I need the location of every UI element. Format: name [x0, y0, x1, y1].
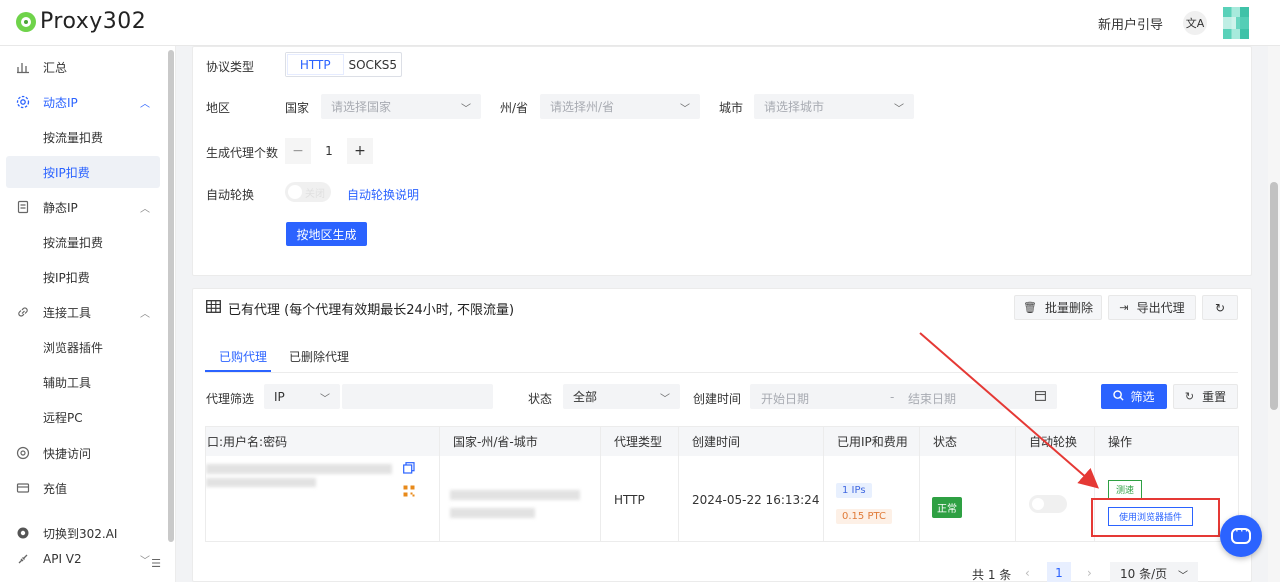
support-chat-button[interactable]	[1220, 515, 1262, 557]
chat-icon	[1231, 524, 1251, 544]
next-page-icon[interactable]: ›	[1087, 566, 1092, 580]
pagination-total: 共 1 条	[972, 568, 1012, 582]
chevron-down-icon: ﹀	[1178, 571, 1188, 582]
prev-page-icon[interactable]: ‹	[1025, 566, 1030, 580]
pagination-page-1[interactable]: 1	[1047, 562, 1071, 582]
annotation-arrow	[919, 332, 1100, 489]
page-size-value: 10 条/页	[1120, 566, 1168, 581]
page-size-select[interactable]: 10 条/页 ﹀	[1110, 562, 1198, 582]
annotation-highlight-box	[1091, 498, 1220, 537]
